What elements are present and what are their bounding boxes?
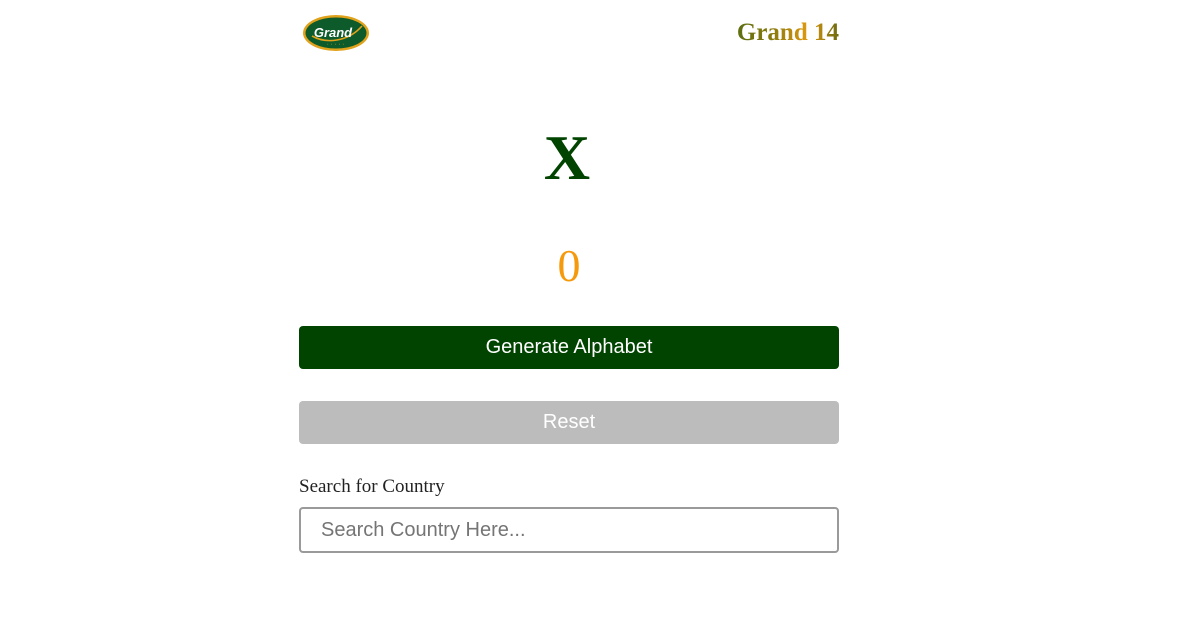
generate-alphabet-button[interactable]: Generate Alphabet — [299, 326, 839, 369]
reset-button[interactable]: Reset — [299, 401, 839, 444]
search-country-input[interactable] — [299, 507, 839, 553]
header: Grand • • • • • Grand 14 — [299, 0, 839, 70]
brand-title: Grand 14 — [737, 16, 839, 50]
search-label: Search for Country — [299, 476, 445, 497]
logo-text: Grand — [314, 25, 353, 40]
svg-text:• • • • •: • • • • • — [327, 42, 345, 46]
counter: 0 — [557, 240, 581, 291]
main-container: Grand • • • • • Grand 14 X 0 Generate Al… — [299, 0, 839, 622]
page: Grand • • • • • Grand 14 X 0 Generate Al… — [0, 0, 1177, 622]
grand-logo: Grand • • • • • — [303, 15, 369, 51]
current-letter: X — [543, 122, 591, 193]
